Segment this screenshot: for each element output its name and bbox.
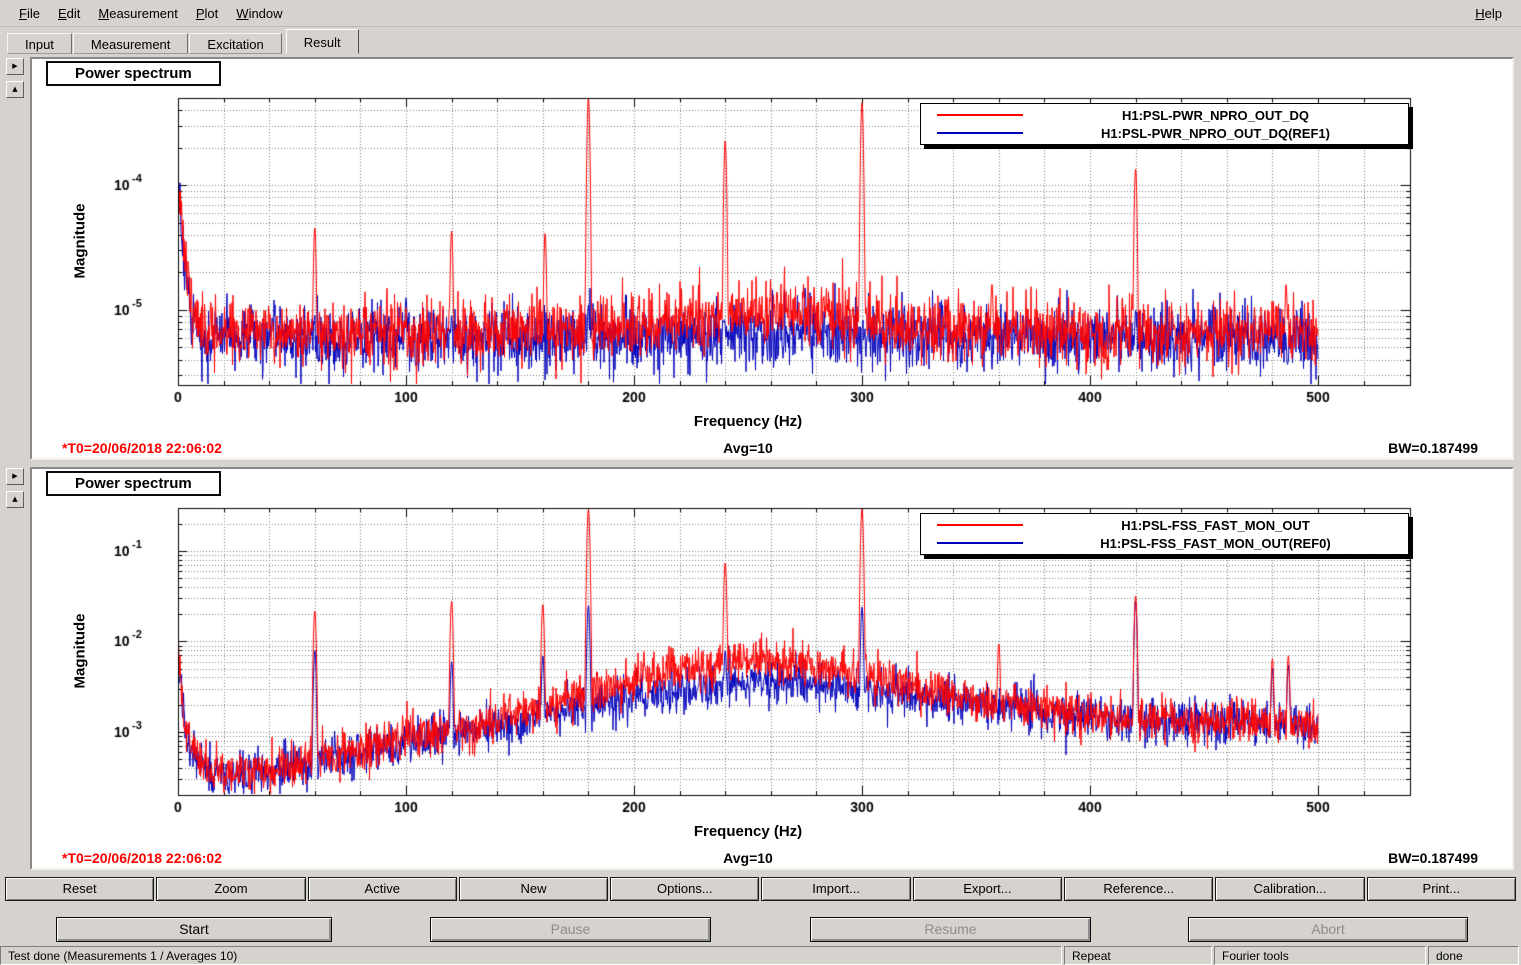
tab-excitation[interactable]: Excitation [189, 33, 282, 54]
avg-annotation: Avg=10 [723, 440, 773, 456]
legend-top: H1:PSL-PWR_NPRO_OUT_DQ H1:PSL-PWR_NPRO_O… [920, 103, 1409, 145]
up-arrow-icon: ▲ [12, 495, 18, 503]
menu-bar: File Edit Measurement Plot Window Help [0, 0, 1521, 27]
import-button[interactable]: Import... [761, 877, 911, 901]
pane2-controls: ▶ ▲ [6, 468, 24, 514]
menu-edit[interactable]: Edit [49, 3, 89, 24]
legend-row: H1:PSL-FSS_FAST_MON_OUT [921, 516, 1408, 534]
legend-label-trace2: H1:PSL-FSS_FAST_MON_OUT(REF0) [1100, 535, 1331, 551]
tab-bar: Input Measurement Excitation Result [7, 29, 360, 54]
print-button[interactable]: Print... [1366, 877, 1516, 901]
red-trace-line-icon [937, 114, 1023, 116]
options-button[interactable]: Options... [610, 877, 760, 901]
calibration-button[interactable]: Calibration... [1215, 877, 1365, 901]
y-axis-label: Magnitude [71, 203, 89, 279]
x-axis-label: Frequency (Hz) [693, 413, 803, 430]
tab-input[interactable]: Input [7, 33, 72, 54]
blue-trace-line-icon [937, 132, 1023, 134]
start-button[interactable]: Start [56, 917, 332, 942]
menu-window[interactable]: Window [227, 3, 291, 24]
y-axis-label: Magnitude [71, 613, 89, 689]
pane2-collapse-button[interactable]: ▲ [6, 491, 24, 508]
status-message: Test done (Measurements 1 / Averages 10) [0, 946, 1062, 965]
active-button[interactable]: Active [307, 877, 457, 901]
x-axis-label: Frequency (Hz) [693, 823, 803, 840]
plot-pane-bottom: Power spectrum H1:PSL-FSS_FAST_MON_OUT H… [30, 467, 1514, 870]
legend-label-trace1: H1:PSL-FSS_FAST_MON_OUT [1121, 517, 1310, 533]
menu-plot[interactable]: Plot [187, 3, 227, 24]
menu-measurement[interactable]: Measurement [89, 3, 187, 24]
status-repeat: Repeat [1064, 946, 1212, 965]
plot-title-top: Power spectrum [46, 61, 221, 86]
status-state: done [1428, 946, 1519, 965]
status-tool: Fourier tools [1214, 946, 1426, 965]
red-trace-line-icon [937, 524, 1023, 526]
right-arrow-icon: ▶ [12, 62, 18, 70]
new-button[interactable]: New [458, 877, 609, 901]
plot-pane-top: Power spectrum H1:PSL-PWR_NPRO_OUT_DQ H1… [30, 57, 1514, 460]
menu-file[interactable]: File [10, 3, 49, 24]
right-arrow-icon: ▶ [12, 472, 18, 480]
pane1-controls: ▶ ▲ [6, 58, 24, 104]
zoom-button[interactable]: Zoom [156, 877, 306, 901]
pane2-expand-button[interactable]: ▶ [6, 468, 24, 485]
legend-row: H1:PSL-FSS_FAST_MON_OUT(REF0) [921, 534, 1408, 552]
abort-button: Abort [1188, 917, 1468, 942]
bw-annotation: BW=0.187499 [1388, 850, 1478, 866]
plot-title-bottom: Power spectrum [46, 471, 221, 496]
legend-row: H1:PSL-PWR_NPRO_OUT_DQ(REF1) [921, 124, 1408, 142]
legend-bottom: H1:PSL-FSS_FAST_MON_OUT H1:PSL-FSS_FAST_… [920, 513, 1409, 555]
avg-annotation: Avg=10 [723, 850, 773, 866]
blue-trace-line-icon [937, 542, 1023, 544]
up-arrow-icon: ▲ [12, 85, 18, 93]
legend-label-trace1: H1:PSL-PWR_NPRO_OUT_DQ [1121, 107, 1310, 123]
legend-label-trace2: H1:PSL-PWR_NPRO_OUT_DQ(REF1) [1101, 125, 1330, 141]
menu-help[interactable]: Help [1466, 3, 1511, 24]
status-bar: Test done (Measurements 1 / Averages 10)… [0, 946, 1521, 965]
export-button[interactable]: Export... [912, 877, 1063, 901]
tab-measurement[interactable]: Measurement [72, 33, 189, 54]
reference-button[interactable]: Reference... [1064, 877, 1214, 901]
pane1-expand-button[interactable]: ▶ [6, 58, 24, 75]
pane1-collapse-button[interactable]: ▲ [6, 81, 24, 98]
bw-annotation: BW=0.187499 [1388, 440, 1478, 456]
reset-button[interactable]: Reset [5, 877, 155, 901]
pause-button: Pause [430, 917, 711, 942]
tab-result[interactable]: Result [285, 29, 359, 54]
resume-button: Resume [810, 917, 1091, 942]
toolbar: Reset Zoom Active New Options... Import.… [5, 877, 1516, 901]
legend-row: H1:PSL-PWR_NPRO_OUT_DQ [921, 106, 1408, 124]
